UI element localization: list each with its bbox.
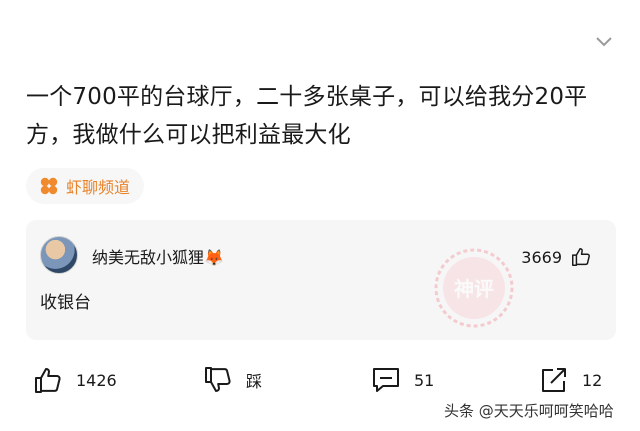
thumbs-down-icon [205, 367, 231, 392]
username-text: 纳美无敌小狐狸 [92, 248, 205, 267]
channel-label: 虾聊频道 [66, 178, 131, 197]
like-button[interactable]: 1426 [32, 364, 117, 396]
dislike-button[interactable]: 踩 [202, 364, 262, 396]
comment-like[interactable]: 3669 [521, 246, 592, 268]
comment-like-count: 3669 [521, 247, 562, 267]
share-button[interactable]: 12 [538, 364, 602, 396]
stamp-text: 神评 [454, 277, 494, 301]
comment-button[interactable]: 51 [370, 364, 434, 396]
share-count: 12 [582, 370, 603, 390]
god-comment-stamp: 神评 [434, 248, 514, 328]
comment-text: 收银台 [40, 293, 91, 313]
channel-tag[interactable]: 虾聊频道 [26, 168, 145, 204]
chevron-down-icon[interactable] [594, 34, 614, 50]
thumbs-up-icon [35, 368, 61, 393]
avatar[interactable] [40, 236, 78, 274]
action-bar: 1426 踩 51 12 [0, 360, 640, 402]
clover-icon [40, 177, 58, 195]
fox-emoji: 🦊 [204, 248, 224, 267]
post-title: 一个700平的台球厅，二十多张桌子，可以给我分20平方，我做什么可以把利益最大化 [26, 84, 588, 148]
dislike-label: 踩 [246, 372, 263, 391]
comment-icon [373, 368, 399, 392]
watermark: 头条 @天天乐呵呵笑哈哈 [444, 402, 614, 420]
share-icon [542, 368, 566, 392]
like-count: 1426 [76, 370, 117, 390]
comment-username[interactable]: 纳美无敌小狐狸🦊 [92, 244, 224, 268]
thumbs-up-icon [572, 248, 590, 266]
top-comment-card: 纳美无敌小狐狸🦊 神评 3669 收银台 [26, 220, 616, 340]
comment-count: 51 [414, 370, 435, 390]
